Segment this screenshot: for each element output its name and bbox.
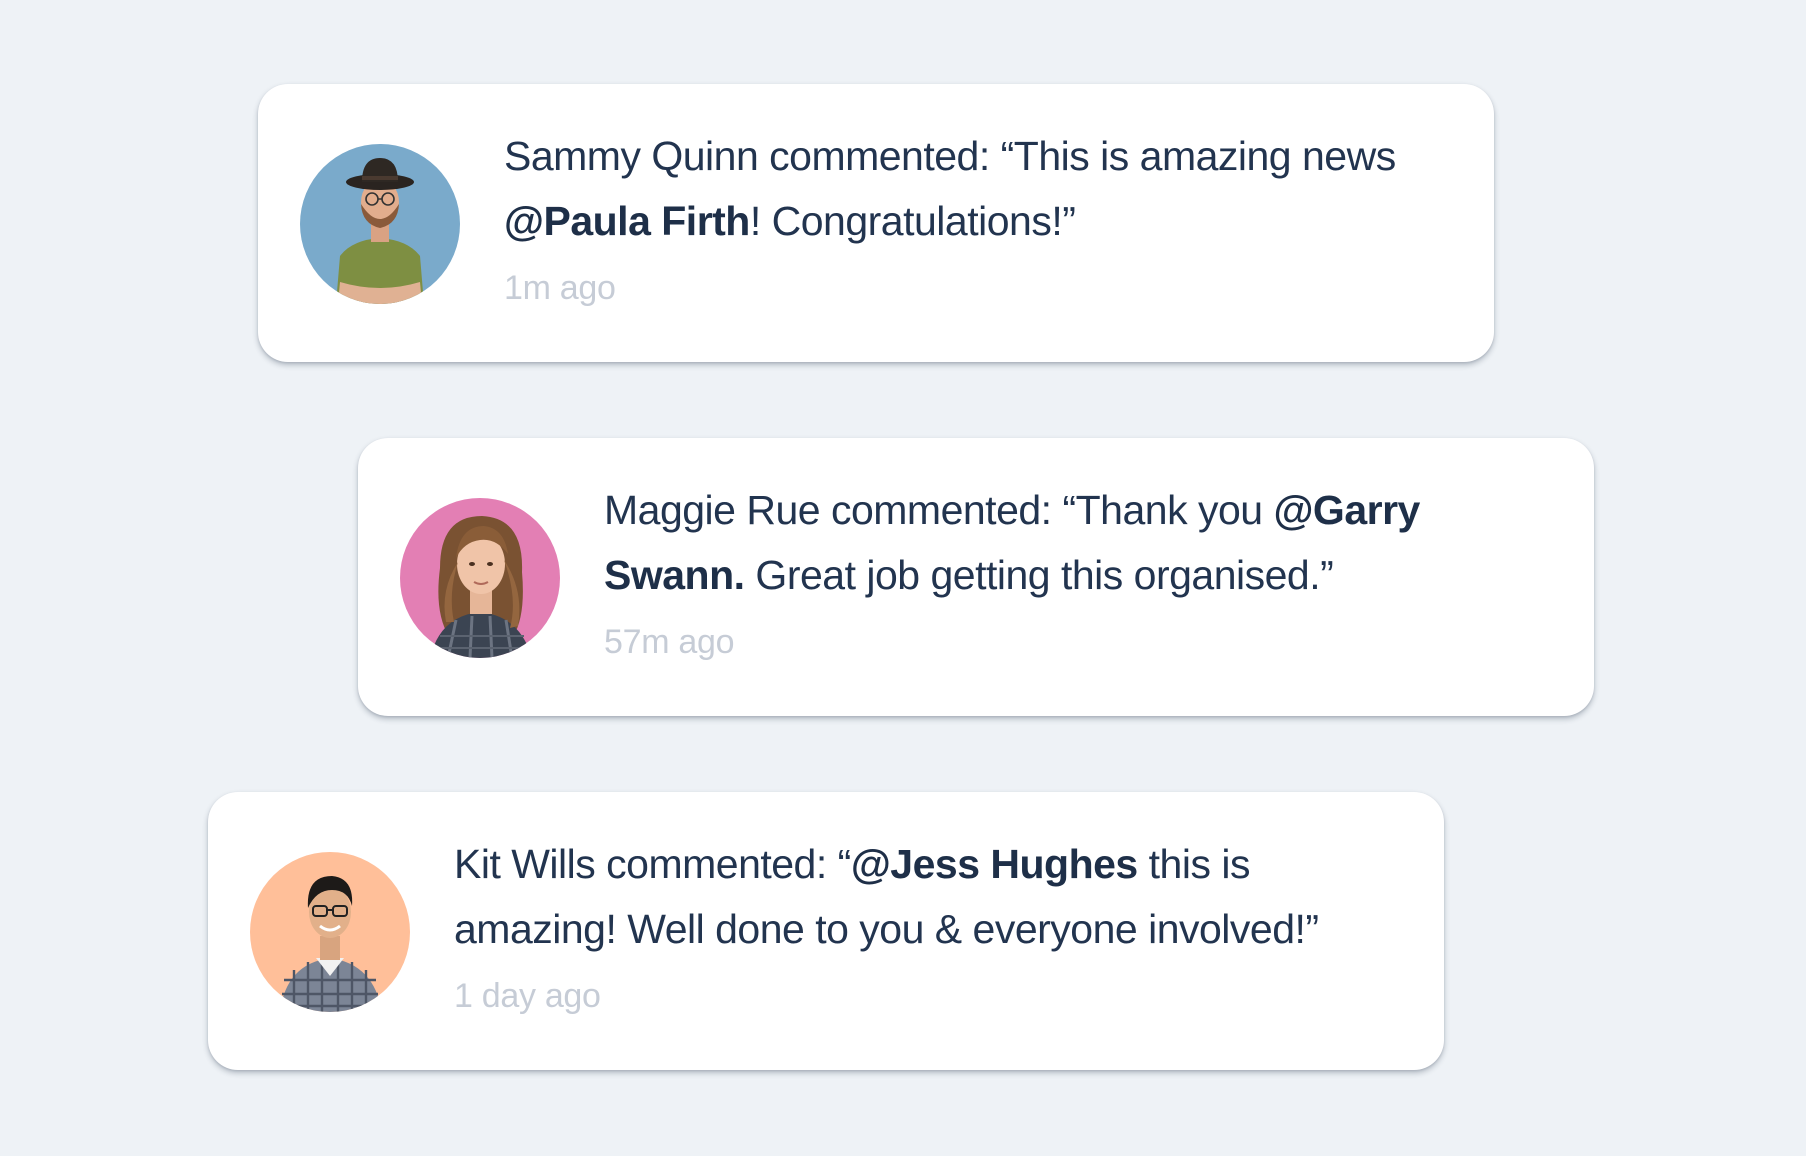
avatar[interactable] <box>250 852 410 1012</box>
notification-content: Kit Wills commented: “@Jess Hughes this … <box>454 832 1404 1018</box>
user-mention[interactable]: @Paula Firth <box>504 198 750 244</box>
woman-avatar-icon <box>400 498 560 658</box>
comment-suffix: Great job getting this organised.” <box>744 552 1334 598</box>
timestamp: 1m ago <box>504 269 616 307</box>
notification-content: Sammy Quinn commented: “This is amazing … <box>504 124 1454 310</box>
comment-notification-card[interactable]: Maggie Rue commented: “Thank you @Garry … <box>358 438 1594 716</box>
person-with-hat-avatar-icon <box>300 144 460 304</box>
comment-prefix: Sammy Quinn commented: “This is amazing … <box>504 133 1396 179</box>
notification-content: Maggie Rue commented: “Thank you @Garry … <box>604 478 1554 664</box>
man-with-glasses-avatar-icon <box>250 852 410 1012</box>
comment-text: Maggie Rue commented: “Thank you @Garry … <box>604 478 1554 608</box>
user-mention[interactable]: @Jess Hughes <box>851 841 1138 887</box>
comment-text: Sammy Quinn commented: “This is amazing … <box>504 124 1454 254</box>
comment-notification-card[interactable]: Kit Wills commented: “@Jess Hughes this … <box>208 792 1444 1070</box>
comment-prefix: Kit Wills commented: “ <box>454 841 851 887</box>
comment-text: Kit Wills commented: “@Jess Hughes this … <box>454 832 1404 962</box>
timestamp: 57m ago <box>604 623 735 661</box>
avatar[interactable] <box>400 498 560 658</box>
timestamp: 1 day ago <box>454 977 601 1015</box>
comment-prefix: Maggie Rue commented: “Thank you <box>604 487 1274 533</box>
comment-notification-card[interactable]: Sammy Quinn commented: “This is amazing … <box>258 84 1494 362</box>
avatar[interactable] <box>300 144 460 304</box>
comment-suffix: ! Congratulations!” <box>749 198 1076 244</box>
